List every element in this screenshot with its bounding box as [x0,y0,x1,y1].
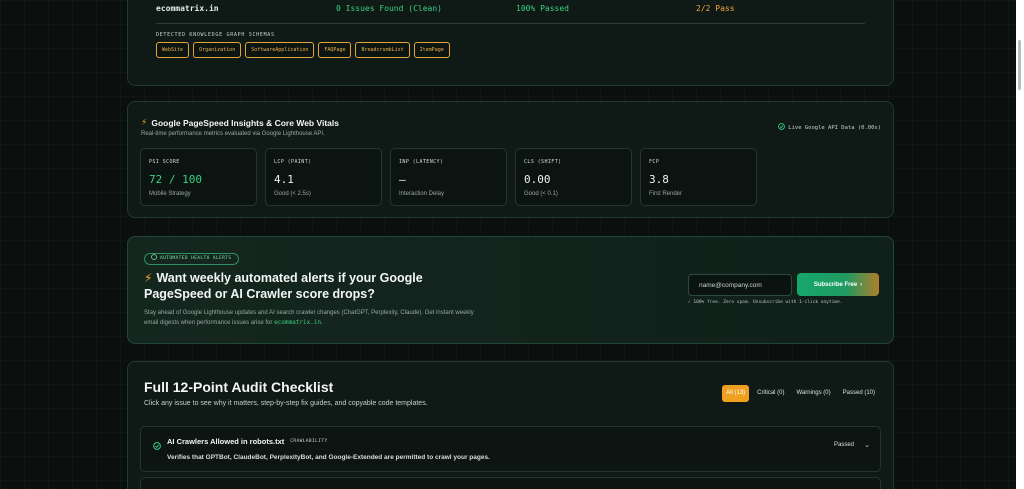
schema-tag: Organization [193,42,242,58]
arrow-right-icon: › [860,281,863,288]
metric-value: 72 / 100 [149,173,202,186]
pagespeed-title: ⚡ Google PageSpeed Insights & Core Web V… [141,117,339,128]
alerts-desc-domain: ecommatrix.in [274,319,322,326]
alerts-desc-end: . [321,320,323,326]
pagespeed-subtitle: Real-time performance metrics evaluated … [141,131,325,137]
divider [156,23,865,24]
pass-ratio: 2/2 Pass [696,4,735,13]
metric-note: Good (< 0.1) [524,191,558,197]
metric-value: 4.1 [274,173,294,186]
schemas-heading: DETECTED KNOWLEDGE GRAPH SCHEMAS [156,32,275,38]
bolt-icon: ⚡ [141,117,148,127]
metric-label: PSI SCORE [149,159,180,165]
checklist-title: Full 12-Point Audit Checklist [144,379,334,395]
live-data-badge: Live Google API Data (0.00s) [778,123,881,132]
audit-item-next[interactable] [140,477,881,489]
schema-summary-card: ecommatrix.in 0 Issues Found (Clean) 100… [127,0,894,86]
check-circle-icon [778,123,786,132]
filter-critical[interactable]: Critical (0) [753,385,788,402]
passed-percent: 100% Passed [516,4,569,13]
metric-label: LCP (PAINT) [274,159,312,165]
alerts-description: Stay ahead of Google Lighthouse updates … [144,308,474,328]
alerts-badge: AUTOMATED HEALTH ALERTS [144,253,239,265]
audit-item[interactable]: AI Crawlers Allowed in robots.txt CRAWLA… [140,426,881,472]
metric-label: CLS (SHIFT) [524,159,562,165]
metric-cls: CLS (SHIFT) 0.00 Good (< 0.1) [515,148,632,206]
audit-item-title: AI Crawlers Allowed in robots.txt CRAWLA… [167,437,328,446]
alerts-heading-text: Want weekly automated alerts if your Goo… [144,271,423,301]
live-data-text: Live Google API Data (0.00s) [788,124,881,131]
metric-inp: INP (LATENCY) — Interaction Delay [390,148,507,206]
metric-note: Mobile Strategy [149,191,191,197]
window-edge [1016,0,1024,489]
metric-psi-score: PSI SCORE 72 / 100 Mobile Strategy [140,148,257,206]
schema-tag: WebSite [156,42,190,58]
metric-label: FCP [649,159,660,165]
alerts-badge-text: AUTOMATED HEALTH ALERTS [160,256,232,261]
filter-all[interactable]: All (13) [722,385,750,402]
bolt-icon: ⚡ [144,271,153,285]
metric-value: — [399,173,406,186]
subscribe-label: Subscribe Free [813,281,858,288]
metric-note: First Render [649,191,683,197]
email-field[interactable] [688,274,792,296]
metric-value: 0.00 [524,173,551,186]
scrollbar-thumb[interactable] [1018,40,1021,90]
alerts-heading: ⚡ Want weekly automated alerts if your Go… [144,270,474,302]
filter-tabs: All (13) Critical (0) Warnings (0) Passe… [722,385,879,402]
subscribe-button[interactable]: Subscribe Free › [797,273,879,296]
filter-passed[interactable]: Passed (10) [839,385,879,402]
pagespeed-card: ⚡ Google PageSpeed Insights & Core Web V… [127,101,894,218]
audit-item-description: Verifies that GPTBot, ClaudeBot, Perplex… [167,454,490,461]
audit-item-status: Passed [833,442,854,448]
summary-row: ecommatrix.in 0 Issues Found (Clean) 100… [156,4,865,16]
check-circle-icon [151,253,157,265]
schema-tag: FAQPage [318,42,352,58]
metric-label: INP (LATENCY) [399,159,444,165]
alerts-signup-card: AUTOMATED HEALTH ALERTS ⚡ Want weekly aut… [127,236,894,344]
schema-tag: ItemPage [413,42,450,58]
metric-value: 3.8 [649,173,669,186]
schema-tag: BreadcrumbList [355,42,410,58]
checklist-subtitle: Click any issue to see why it matters, s… [144,400,428,407]
subscribe-note: ✓ 100% free. Zero spam. Unsubscribe with… [688,300,843,305]
check-circle-icon [153,437,161,455]
metric-note: Interaction Delay [399,191,445,197]
metrics-row: PSI SCORE 72 / 100 Mobile Strategy LCP (… [140,148,757,206]
issues-status: 0 Issues Found (Clean) [336,4,442,13]
schema-tag-list: WebSite Organization SoftwareApplication… [156,42,450,58]
audit-checklist-card: Full 12-Point Audit Checklist Click any … [127,361,894,489]
audit-item-title-text: AI Crawlers Allowed in robots.txt [167,437,285,446]
schema-tag: SoftwareApplication [245,42,315,58]
domain-label: ecommatrix.in [156,4,219,13]
audit-item-category: CRAWLABILITY [290,439,328,444]
pagespeed-title-text: Google PageSpeed Insights & Core Web Vit… [151,117,340,128]
chevron-down-icon[interactable]: ⌄ [864,441,870,449]
metric-lcp: LCP (PAINT) 4.1 Good (< 2.5s) [265,148,382,206]
filter-warnings[interactable]: Warnings (0) [793,385,835,402]
metric-fcp: FCP 3.8 First Render [640,148,757,206]
metric-note: Good (< 2.5s) [274,191,311,197]
